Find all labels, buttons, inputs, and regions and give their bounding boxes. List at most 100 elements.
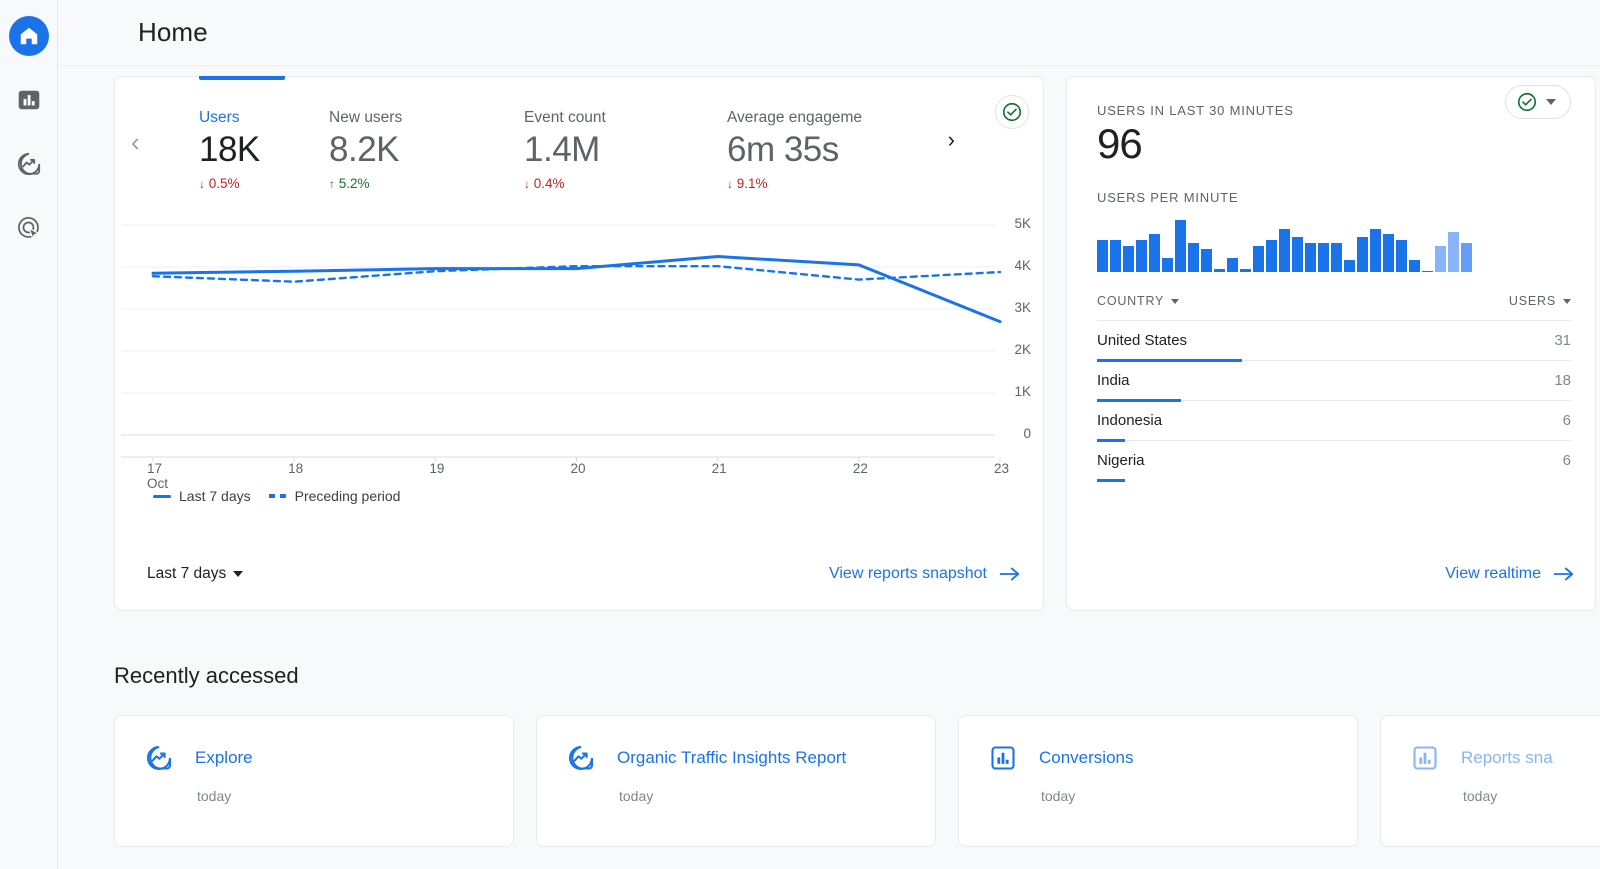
users-per-minute-bar bbox=[1123, 246, 1134, 272]
realtime-card: USERS IN LAST 30 MINUTES 96 USERS PER MI… bbox=[1066, 76, 1596, 611]
users-per-minute-bar bbox=[1188, 243, 1199, 272]
sidebar-item-advertising[interactable] bbox=[9, 208, 49, 248]
users-line-chart: 5K 4K 3K 2K 1K 0 17 Oct 18 19 20 21 22 23 bbox=[115, 216, 1043, 491]
recent-card-time: today bbox=[1041, 788, 1076, 804]
y-axis-tick: 3K bbox=[1014, 300, 1031, 315]
realtime-status-badge[interactable] bbox=[1505, 85, 1571, 119]
users-per-minute-label: USERS PER MINUTE bbox=[1097, 190, 1239, 205]
users-per-minute-bar bbox=[1175, 220, 1186, 272]
sidebar-item-explore[interactable] bbox=[9, 144, 49, 184]
advertising-target-icon bbox=[17, 217, 40, 241]
bar-chart-icon bbox=[1413, 746, 1437, 770]
explore-trend-icon bbox=[17, 152, 40, 176]
metric-event-count[interactable]: Event count 1.4M ↓ 0.4% bbox=[524, 109, 724, 191]
metric-value: 8.2K bbox=[329, 130, 400, 169]
table-row[interactable]: India 18 bbox=[1097, 361, 1571, 402]
check-circle-icon bbox=[1002, 102, 1022, 122]
users-per-minute-bar bbox=[1435, 246, 1446, 272]
date-range-label: Last 7 days bbox=[147, 565, 227, 582]
check-circle-icon bbox=[1517, 92, 1537, 112]
realtime-country-table: COUNTRY USERS United States 31 India 18 … bbox=[1097, 294, 1571, 482]
table-row[interactable]: Indonesia 6 bbox=[1097, 401, 1571, 442]
delta-up-arrow-icon: ↑ bbox=[329, 177, 335, 191]
app-root: Home ‹ › Users 18K ↓ 0.5% New users 8.2K… bbox=[0, 0, 1600, 869]
y-axis-tick: 0 bbox=[1023, 426, 1031, 441]
delta-value: 0.5% bbox=[208, 176, 240, 191]
x-axis-tick: 18 bbox=[288, 461, 304, 476]
y-axis-tick: 5K bbox=[1014, 216, 1031, 231]
y-axis-tick: 2K bbox=[1014, 342, 1031, 357]
recent-card-name: Organic Traffic Insights Report bbox=[617, 748, 847, 767]
users-per-minute-bar bbox=[1383, 234, 1394, 272]
users-per-minute-bar bbox=[1318, 243, 1329, 272]
metric-value: 1.4M bbox=[524, 130, 600, 169]
x-axis-tick: 20 bbox=[570, 461, 586, 476]
metric-new-users[interactable]: New users 8.2K ↑ 5.2% bbox=[329, 109, 529, 191]
country-users: 6 bbox=[1562, 452, 1571, 469]
users-per-minute-bar bbox=[1162, 258, 1173, 272]
country-users: 31 bbox=[1554, 332, 1571, 349]
users-per-minute-bar bbox=[1266, 240, 1277, 272]
users-per-minute-bar bbox=[1279, 229, 1290, 272]
recent-card-time: today bbox=[197, 788, 232, 804]
users-per-minute-bar-chart bbox=[1067, 217, 1595, 272]
column-header-country[interactable]: COUNTRY bbox=[1097, 294, 1180, 308]
x-axis-tick: 22 bbox=[852, 461, 868, 476]
chevron-down-icon bbox=[1563, 298, 1571, 304]
row-progress-bar bbox=[1097, 478, 1125, 482]
line-chart-svg bbox=[121, 224, 1002, 462]
bar-chart-icon bbox=[991, 746, 1015, 770]
x-axis-month-label: Oct bbox=[147, 476, 169, 491]
recent-card-conversions[interactable]: Conversions today bbox=[958, 715, 1358, 847]
y-axis-tick: 1K bbox=[1014, 384, 1031, 399]
recent-card-name: Explore bbox=[195, 748, 253, 767]
delta-value: 9.1% bbox=[736, 176, 768, 191]
table-row[interactable]: Nigeria 6 bbox=[1097, 441, 1571, 482]
metric-average-engagement[interactable]: Average engageme 6m 35s ↓ 9.1% bbox=[727, 109, 927, 191]
delta-value: 5.2% bbox=[338, 176, 370, 191]
recent-card-reports-snapshot[interactable]: Reports sna today bbox=[1380, 715, 1600, 847]
users-per-minute-bar bbox=[1461, 243, 1472, 272]
column-header-users[interactable]: USERS bbox=[1509, 294, 1571, 308]
date-range-selector[interactable]: Last 7 days bbox=[147, 565, 244, 583]
metric-value: 6m 35s bbox=[727, 130, 839, 169]
chevron-down-icon bbox=[1171, 298, 1180, 304]
metric-label: Average engageme bbox=[727, 109, 863, 126]
link-label: View reports snapshot bbox=[828, 565, 987, 582]
recent-card-top: Reports sna bbox=[1411, 744, 1600, 772]
left-nav-rail bbox=[0, 0, 58, 869]
main-area: Home ‹ › Users 18K ↓ 0.5% New users 8.2K… bbox=[58, 0, 1600, 869]
users-per-minute-bar bbox=[1110, 240, 1121, 272]
view-realtime-link[interactable]: View realtime bbox=[1445, 565, 1575, 583]
users-per-minute-bar bbox=[1409, 260, 1420, 272]
country-users: 6 bbox=[1562, 412, 1571, 429]
users-per-minute-bar bbox=[1097, 240, 1108, 272]
metrics-next-button[interactable]: › bbox=[948, 129, 955, 151]
users-per-minute-bar bbox=[1240, 269, 1251, 272]
link-label: View realtime bbox=[1445, 565, 1541, 582]
overview-card-footer: Last 7 days View reports snapshot bbox=[115, 538, 1043, 610]
view-reports-snapshot-link[interactable]: View reports snapshot bbox=[829, 565, 1021, 583]
sidebar-item-home[interactable] bbox=[8, 16, 49, 56]
users-per-minute-bar bbox=[1253, 246, 1264, 272]
country-name: Nigeria bbox=[1097, 452, 1145, 469]
metrics-prev-button[interactable]: ‹ bbox=[131, 129, 140, 155]
chevron-down-icon bbox=[1546, 99, 1556, 105]
table-row[interactable]: United States 31 bbox=[1097, 321, 1571, 362]
recent-card-top: Conversions bbox=[989, 744, 1357, 772]
recent-card-organic-traffic-insights-report[interactable]: Organic Traffic Insights Report today bbox=[536, 715, 936, 847]
users-per-minute-bar bbox=[1370, 229, 1381, 272]
home-icon bbox=[20, 27, 37, 45]
y-axis-labels: 5K 4K 3K 2K 1K 0 bbox=[985, 216, 1031, 457]
explore-trend-icon bbox=[569, 745, 594, 770]
top-cards-row: ‹ › Users 18K ↓ 0.5% New users 8.2K ↑ 5.… bbox=[58, 66, 1600, 611]
delta-down-arrow-icon: ↓ bbox=[524, 177, 530, 191]
bar-chart-icon bbox=[18, 90, 39, 110]
country-name: United States bbox=[1097, 332, 1188, 349]
recent-card-explore[interactable]: Explore today bbox=[114, 715, 514, 847]
overview-status-badge[interactable] bbox=[995, 95, 1029, 129]
realtime-user-count: 96 bbox=[1097, 120, 1143, 167]
sidebar-item-reports[interactable] bbox=[9, 80, 49, 120]
users-per-minute-bar bbox=[1201, 249, 1212, 272]
delta-value: 0.4% bbox=[533, 176, 565, 191]
